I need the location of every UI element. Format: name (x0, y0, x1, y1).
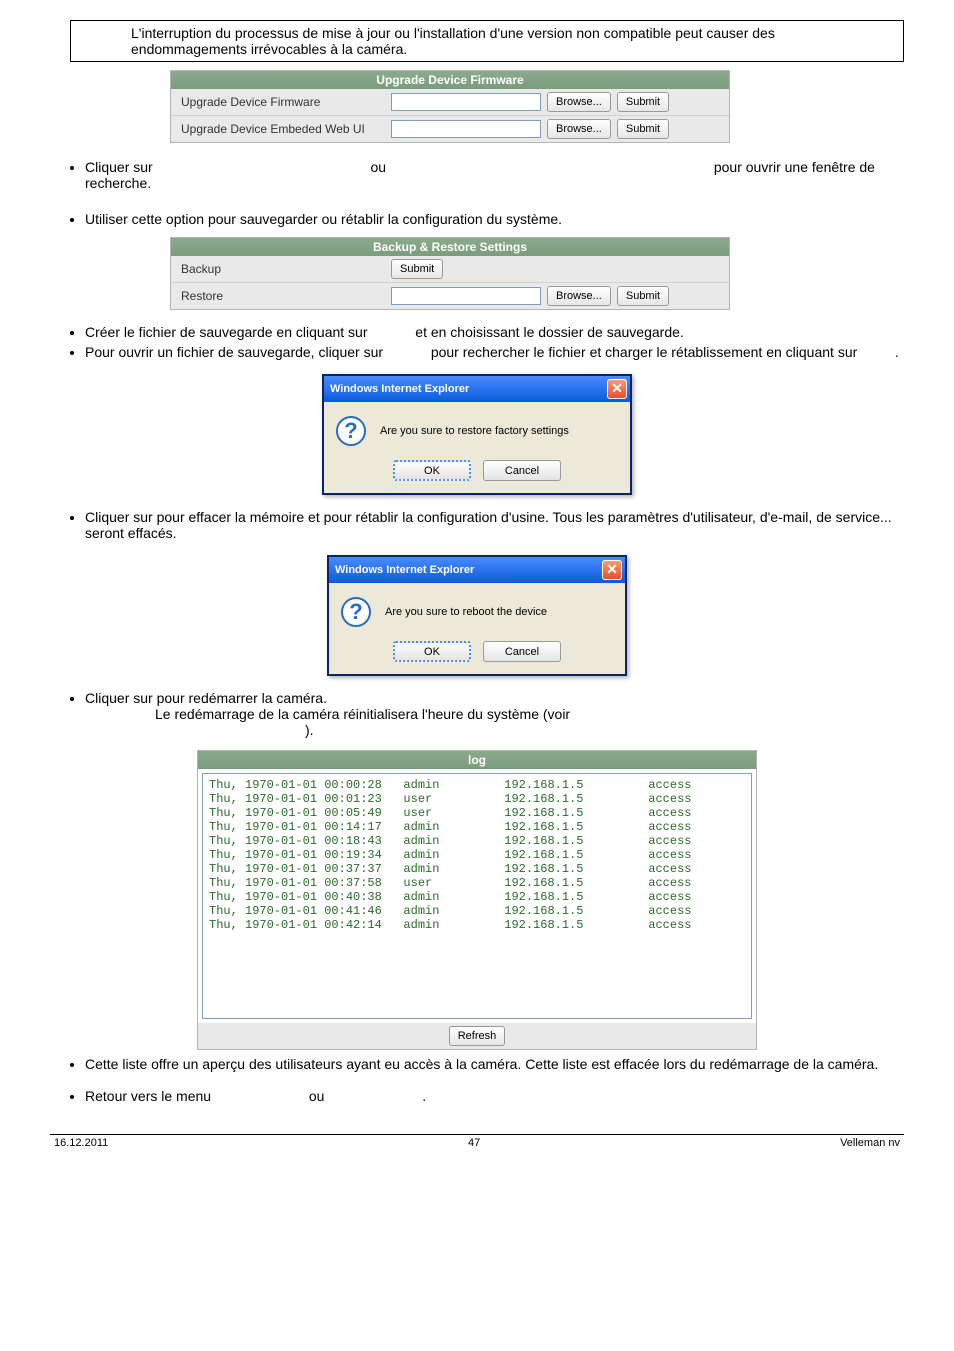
log-line: Thu, 1970-01-01 00:40:38 admin 192.168.1… (209, 890, 745, 904)
upgrade-file-input-2[interactable] (391, 120, 541, 138)
log-line: Thu, 1970-01-01 00:01:23 user 192.168.1.… (209, 792, 745, 806)
log-panel: log Thu, 1970-01-01 00:00:28 admin 192.1… (197, 750, 757, 1050)
restore-browse-button[interactable]: Browse... (547, 286, 611, 306)
restore-file-input[interactable] (391, 287, 541, 305)
bullet-browse: Cliquer sur ou pour ouvrir une fenêtre d… (85, 159, 904, 191)
bullet-backup-intro: Utiliser cette option pour sauvegarder o… (85, 211, 904, 227)
backup-row: Backup Submit (171, 256, 729, 282)
submit-button-1[interactable]: Submit (617, 92, 669, 112)
bullet-reboot-1: Cliquer sur pour redémarrer la caméra. (85, 690, 327, 706)
bullet-bo-mid: pour rechercher le fichier et charger le… (431, 344, 857, 360)
restore-ok-button[interactable]: OK (393, 460, 471, 481)
restore-submit-button[interactable]: Submit (617, 286, 669, 306)
log-line: Thu, 1970-01-01 00:14:17 admin 192.168.1… (209, 820, 745, 834)
upgrade-firmware-panel: Upgrade Device Firmware Upgrade Device F… (170, 70, 730, 143)
reboot-dialog-title-bar: Windows Internet Explorer ✕ (329, 557, 625, 583)
close-icon[interactable]: ✕ (607, 379, 627, 399)
restore-dialog-msg: Are you sure to restore factory settings (380, 425, 569, 437)
bullet-browse-mid: ou (370, 159, 386, 175)
log-line: Thu, 1970-01-01 00:41:46 admin 192.168.1… (209, 904, 745, 918)
question-icon: ? (336, 416, 366, 446)
browse-button-1[interactable]: Browse... (547, 92, 611, 112)
close-icon[interactable]: ✕ (602, 560, 622, 580)
log-line: Thu, 1970-01-01 00:42:14 admin 192.168.1… (209, 918, 745, 932)
warning-box: L'interruption du processus de mise à jo… (70, 20, 904, 62)
bullet-browse-post: pour ouvrir une fenêtre de recherche. (85, 159, 875, 191)
restore-factory-dialog: Windows Internet Explorer ✕ ? Are you su… (322, 374, 632, 495)
backup-submit-button[interactable]: Submit (391, 259, 443, 279)
upgrade-label-webui: Upgrade Device Embeded Web UI (181, 122, 391, 136)
bullet-bo-pre: Pour ouvrir un fichier de sauvegarde, cl… (85, 344, 383, 360)
reboot-dialog: Windows Internet Explorer ✕ ? Are you su… (327, 555, 627, 676)
backup-restore-panel: Backup & Restore Settings Backup Submit … (170, 237, 730, 310)
log-line: Thu, 1970-01-01 00:00:28 admin 192.168.1… (209, 778, 745, 792)
log-line: Thu, 1970-01-01 00:19:34 admin 192.168.1… (209, 848, 745, 862)
log-line: Thu, 1970-01-01 00:37:58 user 192.168.1.… (209, 876, 745, 890)
upgrade-row-webui: Upgrade Device Embeded Web UI Browse... … (171, 115, 729, 142)
bullet-return-pre: Retour vers le menu (85, 1088, 211, 1104)
reboot-cancel-button[interactable]: Cancel (483, 641, 561, 662)
bullet-restore: Cliquer sur pour effacer la mémoire et p… (85, 509, 904, 541)
bullet-backup-create: Créer le fichier de sauvegarde en cliqua… (85, 324, 904, 340)
browse-button-2[interactable]: Browse... (547, 119, 611, 139)
restore-cancel-button[interactable]: Cancel (483, 460, 561, 481)
restore-label: Restore (181, 289, 391, 303)
reboot-ok-button[interactable]: OK (393, 641, 471, 662)
upgrade-label-firmware: Upgrade Device Firmware (181, 95, 391, 109)
upgrade-panel-title: Upgrade Device Firmware (171, 71, 729, 89)
log-line: Thu, 1970-01-01 00:05:49 user 192.168.1.… (209, 806, 745, 820)
bullet-bc-post: et en choisissant le dossier de sauvegar… (415, 324, 684, 340)
restore-dialog-title-bar: Windows Internet Explorer ✕ (324, 376, 630, 402)
bullet-reboot-3: ). (305, 722, 314, 738)
log-title: log (198, 751, 756, 769)
reboot-dialog-msg: Are you sure to reboot the device (385, 606, 547, 618)
upgrade-row-firmware: Upgrade Device Firmware Browse... Submit (171, 89, 729, 115)
bullet-reboot-2: Le redémarrage de la caméra réinitialise… (155, 706, 570, 722)
bullet-browse-pre: Cliquer sur (85, 159, 153, 175)
log-line: Thu, 1970-01-01 00:18:43 admin 192.168.1… (209, 834, 745, 848)
bullet-backup-open: Pour ouvrir un fichier de sauvegarde, cl… (85, 344, 904, 360)
backup-label: Backup (181, 262, 391, 276)
bullet-bo-post: . (895, 344, 899, 360)
bullet-return-post: . (422, 1088, 426, 1104)
bullet-return: Retour vers le menu ou . (85, 1088, 904, 1104)
footer-date: 16.12.2011 (54, 1137, 108, 1149)
bullet-bc-pre: Créer le fichier de sauvegarde en cliqua… (85, 324, 368, 340)
footer-company: Velleman nv (840, 1137, 900, 1149)
restore-dialog-title: Windows Internet Explorer (330, 383, 469, 395)
question-icon: ? (341, 597, 371, 627)
log-line: Thu, 1970-01-01 00:37:37 admin 192.168.1… (209, 862, 745, 876)
footer-page: 47 (468, 1137, 480, 1149)
warning-text: L'interruption du processus de mise à jo… (131, 25, 775, 57)
backup-panel-title: Backup & Restore Settings (171, 238, 729, 256)
restore-row: Restore Browse... Submit (171, 282, 729, 309)
upgrade-file-input-1[interactable] (391, 93, 541, 111)
bullet-reboot: Cliquer sur pour redémarrer la caméra. L… (85, 690, 904, 738)
reboot-dialog-title: Windows Internet Explorer (335, 564, 474, 576)
refresh-button[interactable]: Refresh (449, 1026, 506, 1046)
bullet-log: Cette liste offre un aperçu des utilisat… (85, 1056, 904, 1072)
bullet-return-mid: ou (309, 1088, 325, 1104)
submit-button-2[interactable]: Submit (617, 119, 669, 139)
page-footer: 16.12.2011 47 Velleman nv (50, 1135, 904, 1151)
log-textarea[interactable]: Thu, 1970-01-01 00:00:28 admin 192.168.1… (202, 773, 752, 1019)
